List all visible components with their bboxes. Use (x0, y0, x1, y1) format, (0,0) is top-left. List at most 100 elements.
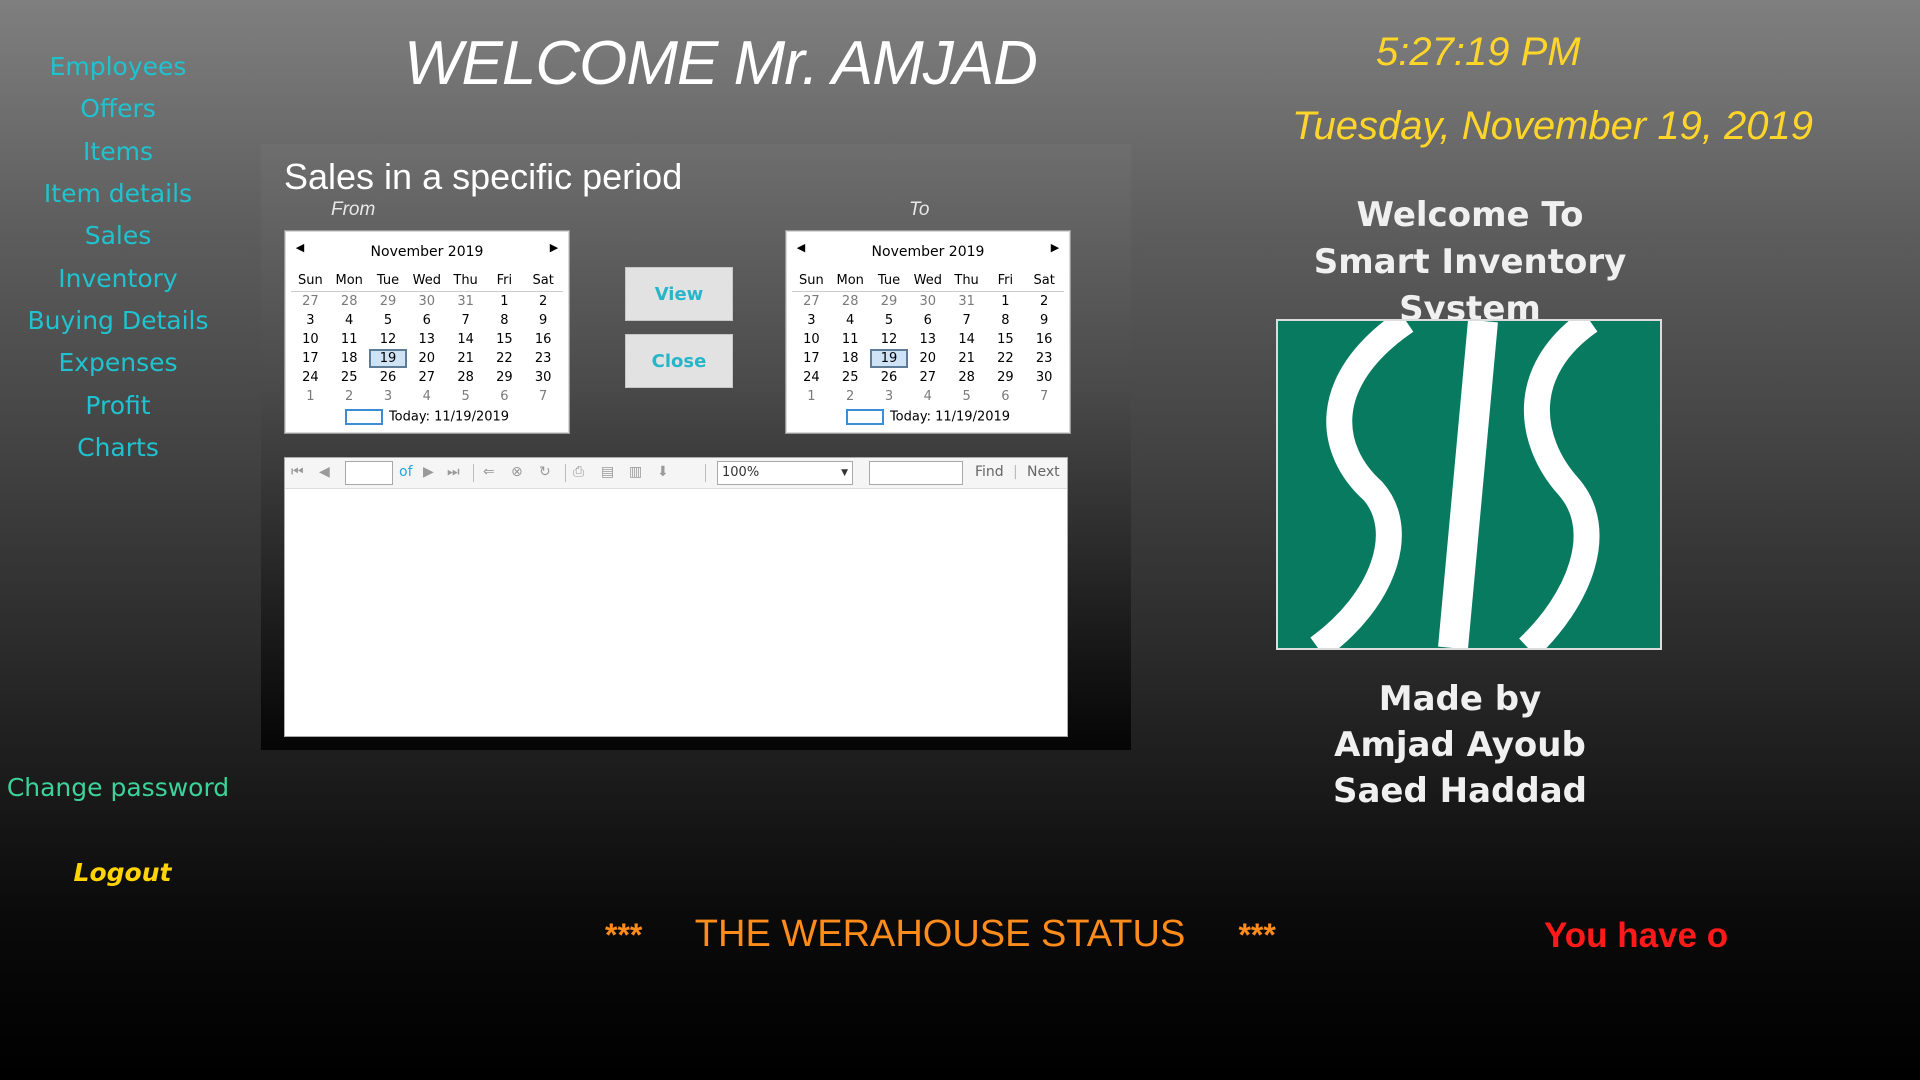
calendar-day[interactable]: 2 (831, 387, 870, 406)
calendar-day[interactable]: 4 (330, 311, 369, 330)
calendar-day[interactable]: 4 (831, 311, 870, 330)
calendar-day[interactable]: 28 (947, 368, 986, 387)
calendar-day[interactable]: 4 (908, 387, 947, 406)
calendar-day[interactable]: 24 (792, 368, 831, 387)
calendar-day[interactable]: 16 (524, 330, 563, 349)
calendar-day[interactable]: 29 (369, 292, 408, 311)
sidebar-item-item-details[interactable]: Item details (0, 179, 236, 208)
calendar-day[interactable]: 11 (831, 330, 870, 349)
calendar-day[interactable]: 25 (330, 368, 369, 387)
find-button[interactable]: Find (975, 464, 1004, 480)
calendar-day[interactable]: 3 (291, 311, 330, 330)
calendar-day[interactable]: 30 (407, 292, 446, 311)
calendar-day[interactable]: 29 (870, 292, 909, 311)
zoom-select[interactable]: 100% ▼ (717, 461, 853, 485)
calendar-day[interactable]: 3 (792, 311, 831, 330)
calendar-day[interactable]: 5 (369, 311, 408, 330)
calendar-day[interactable]: 8 (485, 311, 524, 330)
calendar-day[interactable]: 24 (291, 368, 330, 387)
calendar-day[interactable]: 31 (947, 292, 986, 311)
refresh-icon[interactable]: ↻ (539, 464, 551, 480)
print-icon[interactable]: ⎙ (573, 464, 584, 480)
back-icon[interactable]: ⇐ (483, 464, 495, 480)
from-calendar[interactable]: ◀ November 2019 ▶ Sun Mon Tue Wed Thu Fri Sat 2… (284, 230, 570, 434)
sidebar-item-sales[interactable]: Sales (0, 221, 236, 250)
calendar-day[interactable]: 12 (870, 330, 909, 349)
calendar-day[interactable]: 3 (870, 387, 909, 406)
calendar-day[interactable]: 2 (524, 292, 563, 311)
sidebar-item-profit[interactable]: Profit (0, 391, 236, 420)
export-icon[interactable]: ⬇ (657, 464, 669, 480)
calendar-day[interactable]: 27 (291, 292, 330, 311)
calendar-day[interactable]: 28 (831, 292, 870, 311)
sidebar-item-employees[interactable]: Employees (0, 52, 236, 81)
calendar-day[interactable]: 5 (870, 311, 909, 330)
calendar-day[interactable]: 22 (485, 349, 524, 368)
sidebar-item-items[interactable]: Items (0, 137, 236, 166)
view-button[interactable]: View (625, 267, 733, 321)
calendar-day[interactable]: 5 (446, 387, 485, 406)
calendar-day[interactable]: 1 (792, 387, 831, 406)
print-layout-icon[interactable]: ▤ (601, 464, 614, 480)
change-password-link[interactable]: Change password (0, 773, 236, 802)
calendar-today[interactable]: Today: 11/19/2019 (786, 409, 1070, 425)
calendar-day[interactable]: 7 (446, 311, 485, 330)
calendar-day[interactable]: 7 (1025, 387, 1064, 406)
calendar-day[interactable]: 3 (369, 387, 408, 406)
calendar-day[interactable]: 9 (524, 311, 563, 330)
calendar-day[interactable]: 30 (908, 292, 947, 311)
calendar-day[interactable]: 18 (330, 349, 369, 368)
calendar-day[interactable]: 28 (330, 292, 369, 311)
calendar-day[interactable]: 29 (986, 368, 1025, 387)
calendar-day[interactable]: 27 (792, 292, 831, 311)
find-input[interactable] (869, 461, 963, 485)
calendar-day[interactable]: 4 (407, 387, 446, 406)
calendar-day[interactable]: 25 (831, 368, 870, 387)
logout-link[interactable]: Logout (0, 858, 245, 887)
calendar-day[interactable]: 11 (330, 330, 369, 349)
next-month-icon[interactable]: ▶ (1046, 241, 1064, 259)
sidebar-item-inventory[interactable]: Inventory (0, 264, 236, 293)
calendar-day[interactable]: 7 (947, 311, 986, 330)
calendar-today[interactable]: Today: 11/19/2019 (285, 409, 569, 425)
calendar-day[interactable]: 27 (407, 368, 446, 387)
calendar-day[interactable]: 30 (1025, 368, 1064, 387)
calendar-day[interactable]: 18 (831, 349, 870, 368)
sidebar-item-offers[interactable]: Offers (0, 94, 236, 123)
calendar-day[interactable]: 6 (407, 311, 446, 330)
calendar-day[interactable]: 6 (485, 387, 524, 406)
page-number-input[interactable] (345, 461, 393, 485)
calendar-day[interactable]: 5 (947, 387, 986, 406)
calendar-day[interactable]: 6 (986, 387, 1025, 406)
sidebar-item-buying-details[interactable]: Buying Details (0, 306, 236, 335)
to-calendar[interactable]: ◀ November 2019 ▶ Sun Mon Tue Wed Thu Fri Sat 2… (785, 230, 1071, 434)
calendar-day[interactable]: 7 (524, 387, 563, 406)
calendar-day[interactable]: 10 (291, 330, 330, 349)
sidebar-item-expenses[interactable]: Expenses (0, 348, 236, 377)
calendar-day[interactable]: 22 (986, 349, 1025, 368)
calendar-day[interactable]: 21 (947, 349, 986, 368)
last-page-icon[interactable]: ⏭ (447, 464, 460, 480)
calendar-day[interactable]: 1 (485, 292, 524, 311)
calendar-day[interactable]: 6 (908, 311, 947, 330)
calendar-day[interactable]: 19 (869, 349, 909, 368)
calendar-day[interactable]: 31 (446, 292, 485, 311)
calendar-day[interactable]: 13 (908, 330, 947, 349)
calendar-day[interactable]: 26 (870, 368, 909, 387)
next-page-icon[interactable]: ▶ (423, 464, 434, 480)
calendar-day[interactable]: 1 (986, 292, 1025, 311)
first-page-icon[interactable]: ⏮ (291, 464, 304, 480)
calendar-day[interactable]: 15 (986, 330, 1025, 349)
calendar-day[interactable]: 23 (1025, 349, 1064, 368)
calendar-day[interactable]: 13 (407, 330, 446, 349)
calendar-day[interactable]: 2 (330, 387, 369, 406)
calendar-day[interactable]: 20 (407, 349, 446, 368)
calendar-day[interactable]: 26 (369, 368, 408, 387)
calendar-day[interactable]: 9 (1025, 311, 1064, 330)
page-setup-icon[interactable]: ▥ (629, 464, 642, 480)
calendar-day[interactable]: 21 (446, 349, 485, 368)
calendar-day[interactable]: 12 (369, 330, 408, 349)
next-month-icon[interactable]: ▶ (545, 241, 563, 259)
next-button[interactable]: Next (1027, 464, 1060, 480)
calendar-day[interactable]: 8 (986, 311, 1025, 330)
